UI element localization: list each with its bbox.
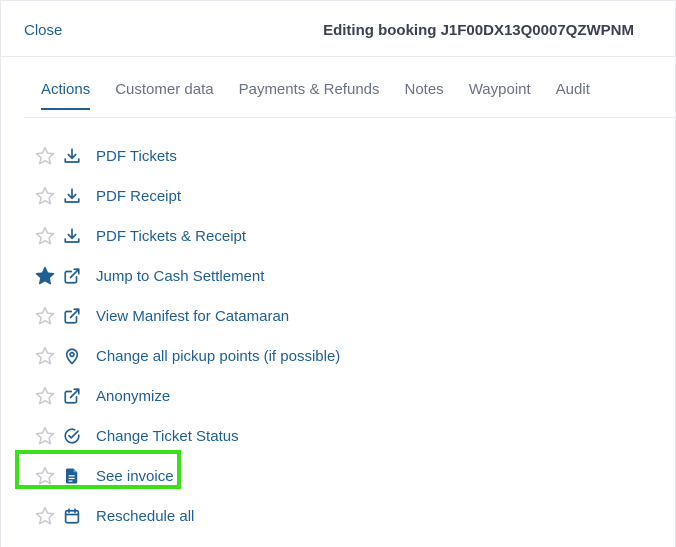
action-label: View Manifest for Catamaran	[96, 307, 290, 325]
calendar-icon	[63, 507, 81, 525]
action-label: Reschedule all	[96, 507, 195, 525]
download-icon	[63, 147, 81, 165]
star-outline-icon[interactable]	[34, 145, 56, 167]
action-view-manifest[interactable]: View Manifest for Catamaran	[34, 296, 634, 336]
star-filled-icon[interactable]	[34, 265, 56, 287]
action-label: Jump to Cash Settlement	[96, 267, 265, 285]
tab-audit[interactable]: Audit	[556, 80, 590, 110]
tab-customer-data[interactable]: Customer data	[115, 80, 213, 110]
action-anonymize[interactable]: Anonymize	[34, 376, 634, 416]
action-pdf-tickets[interactable]: PDF Tickets	[34, 136, 634, 176]
tab-payments-refunds[interactable]: Payments & Refunds	[239, 80, 380, 110]
external-link-icon	[63, 267, 81, 285]
action-jump-cash-settlement[interactable]: Jump to Cash Settlement	[34, 256, 634, 296]
external-link-icon	[63, 387, 81, 405]
action-label: Change Ticket Status	[96, 427, 239, 445]
panel-border-left	[0, 0, 1, 547]
tabs-divider	[24, 117, 676, 118]
star-outline-icon[interactable]	[34, 305, 56, 327]
tab-notes[interactable]: Notes	[405, 80, 444, 110]
star-outline-icon[interactable]	[34, 505, 56, 527]
star-outline-icon[interactable]	[34, 345, 56, 367]
tab-bar: Actions Customer data Payments & Refunds…	[41, 80, 590, 110]
action-pdf-receipt[interactable]: PDF Receipt	[34, 176, 634, 216]
action-pdf-tickets-receipt[interactable]: PDF Tickets & Receipt	[34, 216, 634, 256]
page-title: Editing booking J1F00DX13Q0007QZWPNM	[323, 22, 634, 39]
action-label: Anonymize	[96, 387, 171, 405]
action-reschedule-all[interactable]: Reschedule all	[34, 496, 634, 536]
download-icon	[63, 187, 81, 205]
external-link-icon	[63, 307, 81, 325]
star-outline-icon[interactable]	[34, 185, 56, 207]
action-label: Change all pickup points (if possible)	[96, 347, 341, 365]
action-label: PDF Receipt	[96, 187, 182, 205]
star-outline-icon[interactable]	[34, 425, 56, 447]
star-outline-icon[interactable]	[34, 385, 56, 407]
download-icon	[63, 227, 81, 245]
header-divider	[0, 56, 676, 57]
highlight-box	[15, 450, 181, 489]
panel-border-top	[0, 0, 676, 1]
action-label: PDF Tickets & Receipt	[96, 227, 247, 245]
star-outline-icon[interactable]	[34, 225, 56, 247]
tab-waypoint[interactable]: Waypoint	[469, 80, 531, 110]
check-circle-icon	[63, 427, 81, 445]
tab-actions[interactable]: Actions	[41, 80, 91, 110]
map-pin-icon	[63, 347, 81, 365]
close-link[interactable]: Close	[24, 22, 62, 39]
action-change-pickup-points[interactable]: Change all pickup points (if possible)	[34, 336, 634, 376]
action-label: PDF Tickets	[96, 147, 177, 165]
